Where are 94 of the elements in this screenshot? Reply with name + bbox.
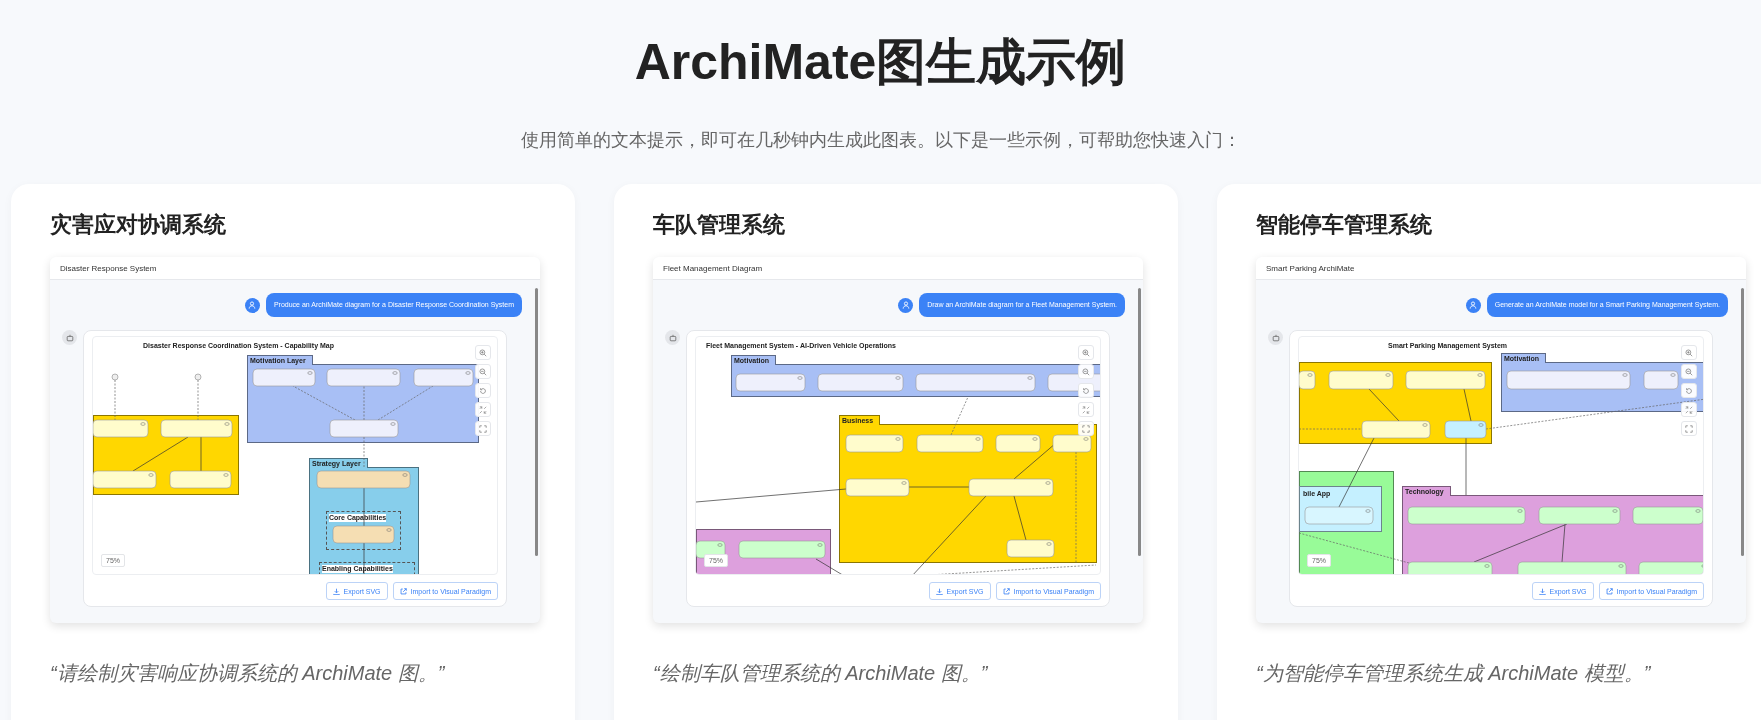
reset-button[interactable] — [1078, 383, 1094, 398]
zoom-out-button[interactable] — [1681, 364, 1697, 379]
external-link-icon — [1002, 587, 1010, 595]
zoom-out-icon — [1082, 367, 1090, 376]
scrollbar[interactable] — [1741, 288, 1744, 556]
user-avatar — [244, 297, 260, 313]
connector-line — [363, 542, 365, 574]
bot-avatar — [1268, 330, 1283, 345]
reset-button[interactable] — [1681, 383, 1697, 398]
connector-line — [132, 436, 189, 472]
user-avatar — [1465, 297, 1481, 313]
interface-icon — [111, 373, 119, 381]
connector-line — [1013, 495, 1027, 541]
diagram-node — [845, 478, 910, 497]
user-avatar — [898, 297, 914, 313]
diagram-node — [845, 434, 904, 453]
zoom-out-icon — [479, 367, 487, 376]
diagram-node — [735, 373, 806, 392]
zoom-out-icon — [1685, 367, 1693, 376]
diagram-node — [1444, 420, 1487, 439]
diagram-node — [1304, 506, 1374, 525]
fullscreen-icon — [1082, 424, 1090, 433]
diagram-node — [252, 368, 316, 387]
bot-avatar — [62, 330, 77, 345]
diagram-node — [1328, 370, 1394, 390]
diagram-node — [995, 434, 1041, 453]
zoom-in-icon — [479, 348, 487, 357]
connector-line — [950, 396, 969, 436]
connector-line — [1368, 388, 1400, 422]
diagram-node — [1006, 539, 1055, 558]
diagram-node — [1643, 370, 1679, 390]
interface-icon — [194, 373, 202, 381]
page-subtitle: 使用简单的文本提示，即可在几秒钟内生成此图表。以下是一些示例，可帮助您快速入门： — [519, 129, 1242, 152]
external-link-icon — [399, 587, 407, 595]
diagram-node — [332, 525, 395, 544]
diagram-node — [1299, 370, 1316, 390]
connector-line — [908, 486, 970, 488]
fit-icon — [479, 405, 487, 414]
window-title: Smart Parking ArchiMate — [1256, 257, 1746, 280]
zoom-in-icon — [1685, 348, 1693, 357]
fit-button[interactable] — [1078, 402, 1094, 417]
zoom-in-button[interactable] — [1681, 345, 1697, 360]
reset-button[interactable] — [475, 383, 491, 398]
diagram-node — [93, 470, 157, 489]
diagram-node — [169, 470, 232, 489]
prompt-caption: “请绘制灾害响应协调系统的 ArchiMate 图。” — [50, 661, 446, 686]
fit-button[interactable] — [475, 402, 491, 417]
diagram-node — [1361, 420, 1431, 439]
card-title: 灾害应对协调系统 — [50, 211, 227, 239]
zoom-out-button[interactable] — [475, 364, 491, 379]
connector-line — [363, 487, 365, 527]
connector-line — [200, 436, 202, 472]
card-title: 智能停车管理系统 — [1256, 211, 1433, 239]
connector-line — [1463, 388, 1472, 422]
diagram-node — [1638, 561, 1703, 574]
fullscreen-button[interactable] — [475, 421, 491, 436]
fullscreen-icon — [1685, 424, 1693, 433]
fullscreen-button[interactable] — [1681, 421, 1697, 436]
diagram-node — [1632, 506, 1703, 525]
page-title: ArchiMate图生成示例 — [633, 33, 1128, 92]
bot-avatar — [665, 330, 680, 345]
zoom-in-button[interactable] — [1078, 345, 1094, 360]
fit-icon — [1082, 405, 1090, 414]
diagram-node — [1052, 434, 1092, 453]
window-title: Fleet Management Diagram — [653, 257, 1143, 280]
fit-icon — [1685, 405, 1693, 414]
fullscreen-icon — [479, 424, 487, 433]
window-title: Disaster Response System — [50, 257, 540, 280]
card-title: 车队管理系统 — [653, 211, 786, 239]
diagram-node — [916, 434, 984, 453]
connector-line — [1299, 428, 1363, 430]
prompt-caption: “为智能停车管理系统生成 ArchiMate 模型。” — [1256, 661, 1652, 686]
download-icon — [1538, 587, 1546, 595]
fit-button[interactable] — [1681, 402, 1697, 417]
scrollbar[interactable] — [535, 288, 538, 556]
fullscreen-button[interactable] — [1078, 421, 1094, 436]
download-icon — [332, 587, 340, 595]
prompt-caption: “绘制车队管理系统的 ArchiMate 图。” — [653, 661, 989, 686]
download-icon — [935, 587, 943, 595]
connector-line — [1338, 437, 1375, 508]
zoom-in-button[interactable] — [475, 345, 491, 360]
zoom-out-button[interactable] — [1078, 364, 1094, 379]
diagram-node — [329, 419, 399, 438]
diagram-node — [413, 368, 474, 387]
reset-icon — [1685, 386, 1693, 395]
diagram-node — [93, 419, 149, 438]
reset-icon — [1082, 386, 1090, 395]
scrollbar[interactable] — [1138, 288, 1141, 556]
connector-line — [363, 385, 365, 421]
external-link-icon — [1605, 587, 1613, 595]
reset-icon — [479, 386, 487, 395]
connector-line — [363, 436, 365, 468]
connector-line — [1465, 437, 1467, 496]
zoom-in-icon — [1082, 348, 1090, 357]
